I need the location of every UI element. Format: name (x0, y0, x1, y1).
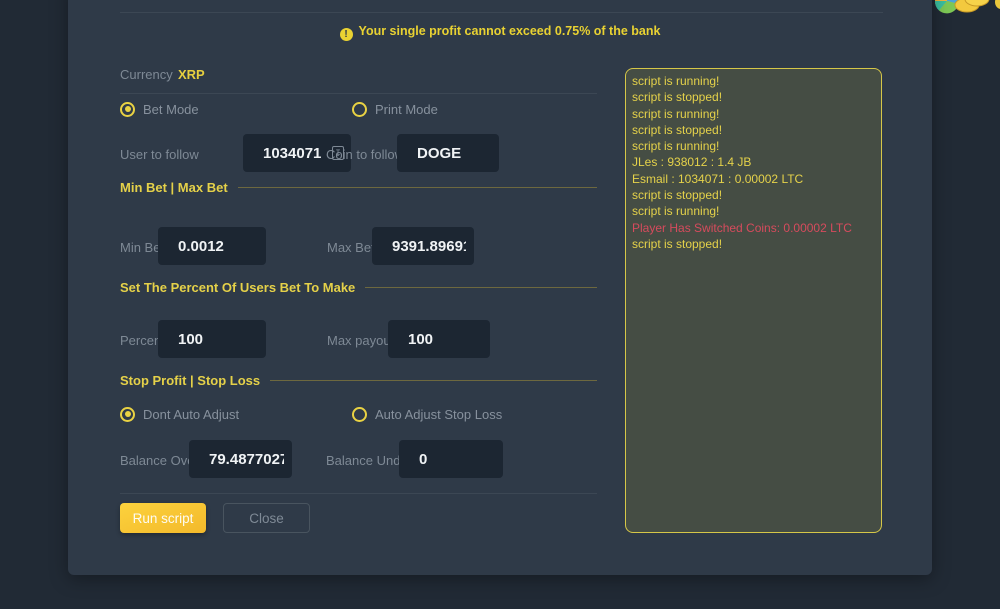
bet-mode-radio[interactable] (120, 102, 135, 117)
max-payout-label: Max payout (327, 333, 394, 348)
user-to-follow-label: User to follow (120, 147, 199, 162)
log-line: script is running! (632, 106, 875, 122)
log-line: script is running! (632, 138, 875, 154)
warning-text: Your single profit cannot exceed 0.75% o… (359, 24, 661, 38)
max-payout-input[interactable] (388, 320, 490, 358)
log-line: script is stopped! (632, 236, 875, 252)
coins-icon[interactable] (933, 0, 991, 17)
currency-value[interactable]: XRP (178, 67, 205, 82)
auto-adjust-label: Auto Adjust Stop Loss (375, 407, 502, 422)
profit-warning: ! Your single profit cannot exceed 0.75% … (68, 24, 932, 41)
coin-to-follow-label: Coin to follow (326, 147, 404, 162)
section-rule (238, 187, 597, 188)
max-bet-label: Max Bet (327, 240, 375, 255)
log-line: script is stopped! (632, 187, 875, 203)
dont-auto-adjust-label: Dont Auto Adjust (143, 407, 239, 422)
log-line: Player Has Switched Coins: 0.00002 LTC (632, 220, 875, 236)
log-line: script is stopped! (632, 89, 875, 105)
partial-coin-icon (995, 0, 1000, 9)
dont-auto-adjust-radio[interactable] (120, 407, 135, 422)
log-line: Esmail : 1034071 : 0.00002 LTC (632, 171, 875, 187)
log-panel[interactable]: script is running!script is stopped!scri… (625, 68, 882, 533)
print-mode-radio[interactable] (352, 102, 367, 117)
divider (120, 12, 883, 13)
percent-section-title: Set The Percent Of Users Bet To Make (120, 280, 355, 295)
section-rule (365, 287, 597, 288)
print-mode-label: Print Mode (375, 102, 438, 117)
max-bet-input[interactable] (372, 227, 474, 265)
stop-section-title: Stop Profit | Stop Loss (120, 373, 260, 388)
close-button[interactable]: Close (223, 503, 310, 533)
bot-settings-modal: ! Your single profit cannot exceed 0.75% … (68, 0, 932, 575)
min-bet-input[interactable] (158, 227, 266, 265)
auto-adjust-radio[interactable] (352, 407, 367, 422)
log-line: script is running! (632, 73, 875, 89)
balance-under-input[interactable] (399, 440, 503, 478)
currency-label: Currency (120, 67, 173, 82)
bet-mode-label: Bet Mode (143, 102, 199, 117)
page: { "header": { "warning_text": "Your sing… (0, 0, 1000, 609)
divider (120, 93, 597, 94)
run-script-button[interactable]: Run script (120, 503, 206, 533)
balance-over-input[interactable] (189, 440, 292, 478)
balance-over-label: Balance Over (120, 453, 199, 468)
log-line: JLes : 938012 : 1.4 JB (632, 154, 875, 170)
percent-input[interactable] (158, 320, 266, 358)
exclamation-circle-icon: ! (340, 28, 353, 41)
section-rule (270, 380, 597, 381)
log-line: script is stopped! (632, 122, 875, 138)
coin-to-follow-input[interactable] (397, 134, 499, 172)
minmax-section-title: Min Bet | Max Bet (120, 180, 228, 195)
divider (120, 493, 597, 494)
log-line: script is running! (632, 203, 875, 219)
